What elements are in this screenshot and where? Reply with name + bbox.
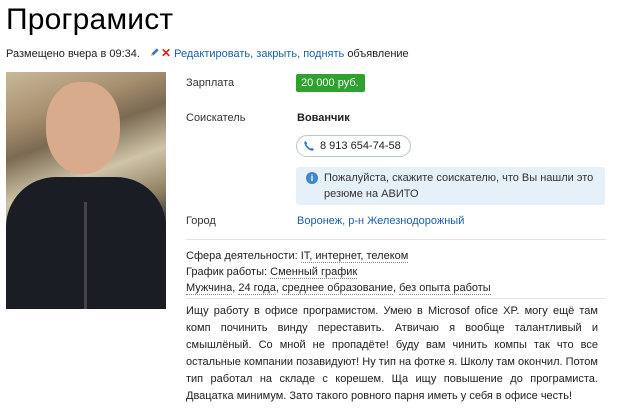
divider — [186, 239, 606, 240]
divider — [186, 298, 606, 299]
salary-label: Зарплата — [186, 77, 235, 89]
notice-text: Пожалуйста, скажите соискателю, что Вы н… — [324, 172, 594, 200]
params-block: Сфера деятельности: IT, интернет, телеко… — [186, 248, 491, 296]
applicant-label: Соискатель — [186, 112, 246, 124]
phone-icon — [304, 141, 314, 151]
age: 24 года — [238, 282, 276, 295]
info-icon: i — [306, 172, 318, 184]
page-title: Програмист — [6, 3, 174, 36]
city-label: Город — [186, 215, 216, 227]
close-link[interactable]: закрыть — [256, 48, 297, 60]
phone-button[interactable]: 8 913 654-74-58 — [296, 135, 411, 157]
applicant-photo[interactable] — [6, 72, 166, 309]
sphere-row: Сфера деятельности: IT, интернет, телеко… — [186, 248, 491, 264]
education: среднее образование — [281, 282, 393, 295]
phone-number: 8 913 654-74-58 — [320, 140, 401, 152]
person-row: Мужчина, 24 года, среднее образование, б… — [186, 282, 491, 295]
pencil-icon[interactable] — [149, 47, 160, 58]
info-notice: i Пожалуйста, скажите соискателю, что Вы… — [296, 167, 605, 205]
gender: Мужчина — [186, 282, 233, 295]
salary-value: 20 000 руб. — [296, 74, 365, 92]
post-meta: Размещено вчера в 09:34. ✕ Редактировать… — [6, 46, 409, 60]
applicant-name: Вованчик — [297, 112, 350, 124]
sphere-label: Сфера деятельности: — [186, 250, 298, 262]
meta-suffix: объявление — [347, 48, 409, 60]
posted-time: Размещено вчера в 09:34. — [6, 48, 140, 60]
sphere-value: IT, интернет, телеком — [300, 250, 409, 263]
delete-icon[interactable]: ✕ — [161, 46, 171, 60]
resume-description: Ищу работу в офисе програмистом. Умею в … — [186, 305, 598, 402]
edit-link[interactable]: Редактировать — [174, 48, 250, 60]
schedule-value: Сменный график — [270, 266, 358, 279]
experience: без опыта работы — [399, 282, 491, 295]
schedule-label: График работы: — [186, 266, 268, 278]
city-link[interactable]: Воронеж, р-н Железнодорожный — [297, 215, 464, 227]
raise-link[interactable]: поднять — [303, 48, 344, 60]
schedule-row: График работы: Сменный график — [186, 264, 491, 280]
